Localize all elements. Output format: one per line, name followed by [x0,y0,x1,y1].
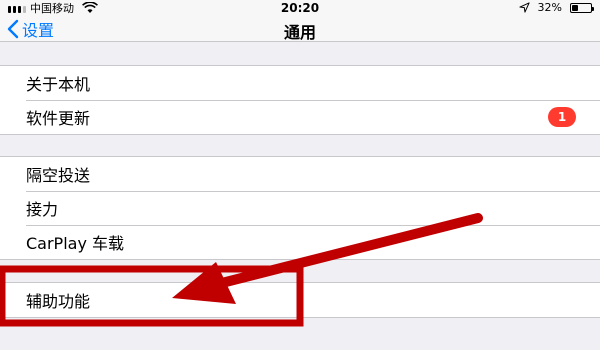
row-label: 软件更新 [26,109,91,128]
navigation-bar: 设置 通用 [0,16,600,42]
row-carplay[interactable]: CarPlay 车载 [0,225,600,259]
row-handoff[interactable]: 接力 [0,191,600,225]
battery-icon [570,2,594,13]
row-label: 接力 [26,200,59,219]
row-label: CarPlay 车载 [26,234,125,253]
row-label: 关于本机 [26,75,91,94]
settings-group-continuity: 隔空投送 接力 CarPlay 车载 [0,156,600,260]
status-time: 20:20 [280,1,320,15]
battery-percent: 32% [537,1,562,14]
location-icon [518,2,530,13]
page-title: 通用 [283,23,316,42]
row-label: 隔空投送 [26,166,91,185]
status-bar: 中国移动 20:20 32% [0,0,600,16]
row-accessibility[interactable]: 辅助功能 [0,283,600,317]
row-about[interactable]: 关于本机 [0,66,600,100]
row-software-update[interactable]: 软件更新 1 [0,100,600,134]
settings-group-accessibility: 辅助功能 [0,282,600,318]
row-airdrop[interactable]: 隔空投送 [0,157,600,191]
status-right: 32% [518,1,594,14]
settings-group-about: 关于本机 软件更新 1 [0,65,600,135]
row-label: 辅助功能 [26,292,91,311]
update-count-badge: 1 [548,107,576,127]
battery-level [572,4,578,11]
